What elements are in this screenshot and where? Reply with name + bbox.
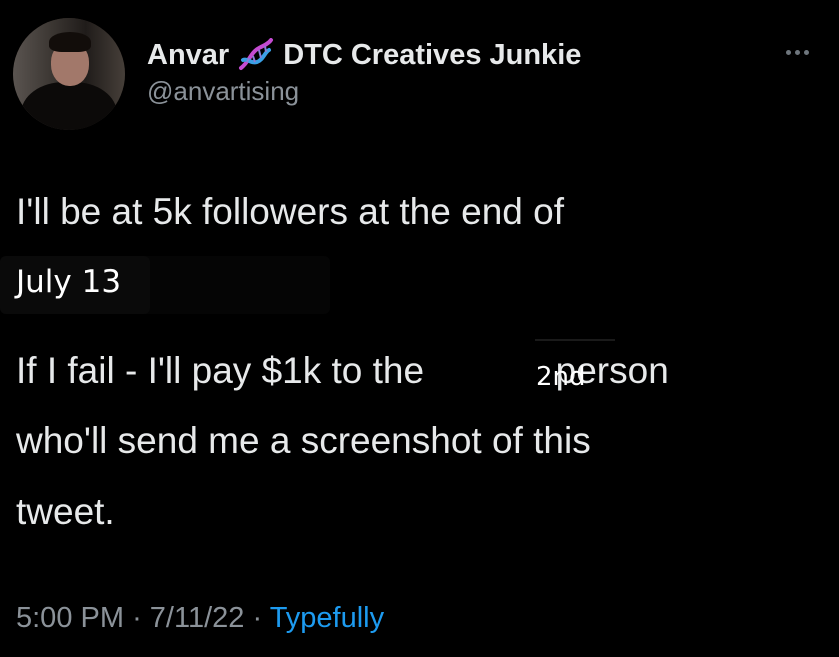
tweet-date-edit: July 13 <box>16 264 122 300</box>
more-dot <box>804 50 809 55</box>
tweet-line-1: I'll be at 5k followers at the end of <box>16 191 564 232</box>
tweet-meta: 5:00 PM · 7/11/22 · Typefully <box>16 600 384 636</box>
author-handle[interactable]: @anvartising <box>147 76 581 106</box>
tweet-line-5: tweet. <box>16 491 115 532</box>
author-name-row[interactable]: Anvar DTC Creatives Junkie <box>147 38 581 72</box>
tweet-line-3-before: If I fail - I'll pay $1k to the <box>16 350 425 391</box>
meta-separator: · <box>252 602 263 634</box>
author-name[interactable]: Anvar <box>147 38 229 72</box>
dna-icon <box>237 38 275 72</box>
more-dot <box>786 50 791 55</box>
more-dot <box>795 50 800 55</box>
meta-separator: · <box>132 602 142 634</box>
tweet-header: Anvar DTC Creatives Junkie @anvartising <box>147 38 581 106</box>
tweet-date[interactable]: 7/11/22 <box>150 602 245 634</box>
avatar[interactable] <box>13 18 125 130</box>
more-horizontal-icon[interactable] <box>786 50 809 55</box>
avatar-hair <box>49 32 91 52</box>
author-title[interactable]: DTC Creatives Junkie <box>283 38 581 72</box>
ordinal-edit-mark <box>535 339 615 341</box>
ordinal-gap <box>434 353 545 393</box>
tweet-source-link[interactable]: Typefully <box>270 602 384 634</box>
tweet-line-4: who'll send me a screenshot of this <box>16 420 591 461</box>
tweet-ordinal-edit: 2nd <box>536 362 586 392</box>
tweet-time[interactable]: 5:00 PM <box>16 602 124 634</box>
avatar-body <box>21 82 117 130</box>
